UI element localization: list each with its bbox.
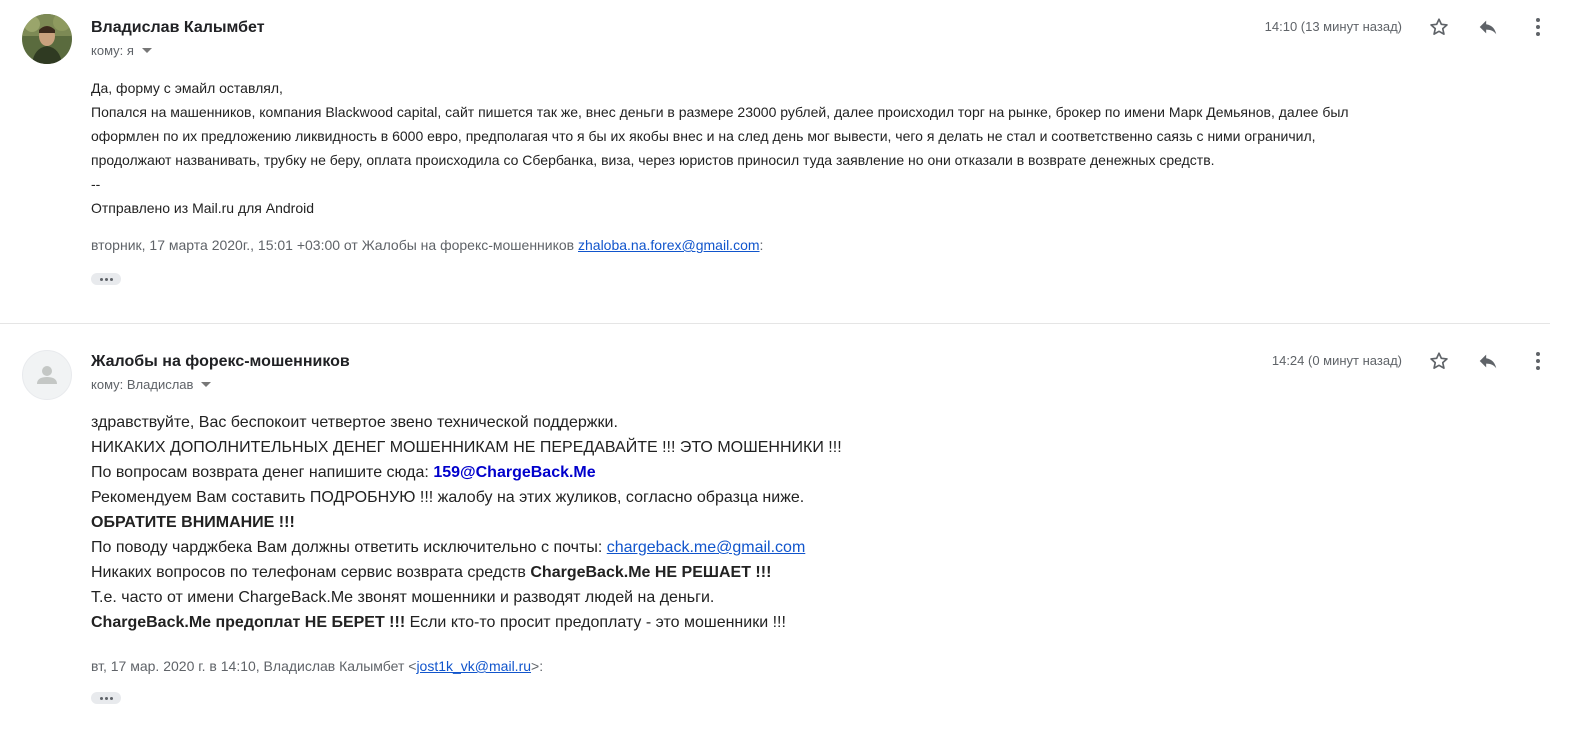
reply-icon [1479, 20, 1497, 35]
body-line: Попался на машенников, компания Blackwoo… [91, 104, 1349, 120]
body-line: ChargeBack.Me предоплат НЕ БЕРЕТ !!! Есл… [91, 610, 1551, 635]
avatar-photo [22, 14, 72, 64]
body-text: Никаких вопросов по телефонам сервис воз… [91, 564, 531, 581]
star-icon [1430, 18, 1448, 35]
chargeback-email-link[interactable]: 159@ChargeBack.Me [433, 464, 595, 481]
more-vert-icon [1536, 352, 1540, 370]
body-line: Да, форму с эмайл оставлял, [91, 80, 283, 96]
ellipsis-icon [104, 277, 108, 281]
body-line: НИКАКИХ ДОПОЛНИТЕЛЬНЫХ ДЕНЕГ МОШЕННИКАМ … [91, 439, 842, 456]
recipient-dropdown[interactable]: кому: я [91, 43, 152, 58]
body-text-bold: ChargeBack.Me предоплат НЕ БЕРЕТ !!! [91, 614, 406, 631]
ellipsis-icon [104, 696, 108, 700]
quote-header: вторник, 17 марта 2020г., 15:01 +03:00 о… [91, 237, 763, 253]
body-line: По поводу чарджбека Вам должны ответить … [91, 535, 1551, 560]
recipient-dropdown[interactable]: кому: Владислав [91, 377, 212, 392]
chevron-down-icon [201, 382, 212, 387]
chevron-down-icon [141, 48, 152, 53]
signature-separator: -- [91, 176, 101, 192]
quote-header: вт, 17 мар. 2020 г. в 14:10, Владислав К… [91, 658, 543, 674]
message-body: здравствуйте, Вас беспокоит четвертое зв… [91, 410, 1551, 635]
sender-name: Владислав Калымбет [91, 19, 265, 36]
ellipsis-icon [109, 277, 113, 281]
star-button[interactable] [1425, 13, 1453, 41]
body-line-bold: ОБРАТИТЕ ВНИМАНИЕ !!! [91, 514, 295, 531]
show-trimmed-content-button[interactable] [91, 692, 121, 704]
person-icon [37, 366, 57, 384]
message-divider [0, 323, 1550, 324]
body-text-bold: ChargeBack.Me НЕ РЕШАЕТ !!! [530, 564, 772, 581]
signature: Отправлено из Mail.ru для Android [91, 200, 315, 216]
more-vert-icon [1536, 18, 1540, 36]
show-trimmed-content-button[interactable] [91, 273, 121, 285]
star-button[interactable] [1425, 347, 1453, 375]
quote-email-link[interactable]: zhaloba.na.forex@gmail.com [578, 237, 760, 253]
body-text: Если кто-то просит предоплату - это моше… [405, 614, 786, 631]
body-text: По вопросам возврата денег напишите сюда… [91, 464, 434, 481]
body-line: Рекомендуем Вам составить ПОДРОБНУЮ !!! … [91, 489, 805, 506]
ellipsis-icon [99, 277, 103, 281]
body-line: продолжают названивать, трубку не беру, … [91, 152, 1215, 168]
ellipsis-icon [99, 696, 103, 700]
quote-text: вт, 17 мар. 2020 г. в 14:10, Владислав К… [91, 658, 417, 674]
reply-button[interactable] [1474, 347, 1502, 375]
sender-name: Жалобы на форекс-мошенников [91, 353, 350, 370]
gmail-link[interactable]: chargeback.me@gmail.com [607, 539, 806, 556]
quote-text: вторник, 17 марта 2020г., 15:01 +03:00 о… [91, 237, 575, 253]
body-line: оформлен по их предложению ликвидность в… [91, 128, 1316, 144]
quote-suffix: >: [531, 658, 544, 674]
body-line: Т.е. часто от имени ChargeBack.Me звонят… [91, 589, 715, 606]
body-line: По вопросам возврата денег напишите сюда… [91, 460, 1551, 485]
more-options-button[interactable] [1524, 347, 1552, 375]
body-text: По поводу чарджбека Вам должны ответить … [91, 539, 607, 556]
message-time: 14:24 (0 минут назад) [1271, 353, 1402, 368]
sender-avatar-placeholder[interactable] [22, 350, 72, 400]
reply-icon [1479, 354, 1497, 369]
recipient-label: кому: Владислав [91, 377, 194, 392]
message-body: Да, форму с эмайл оставлял, Попался на м… [91, 76, 1551, 220]
message-time: 14:10 (13 минут назад) [1264, 19, 1402, 34]
reply-button[interactable] [1474, 13, 1502, 41]
body-line: Никаких вопросов по телефонам сервис воз… [91, 560, 1551, 585]
more-options-button[interactable] [1524, 13, 1552, 41]
body-line: здравствуйте, Вас беспокоит четвертое зв… [91, 414, 618, 431]
quote-suffix: : [759, 237, 764, 253]
quote-email-link[interactable]: jost1k_vk@mail.ru [416, 658, 531, 674]
ellipsis-icon [109, 696, 113, 700]
sender-avatar[interactable] [22, 14, 72, 64]
star-icon [1430, 352, 1448, 369]
recipient-label: кому: я [91, 43, 134, 58]
